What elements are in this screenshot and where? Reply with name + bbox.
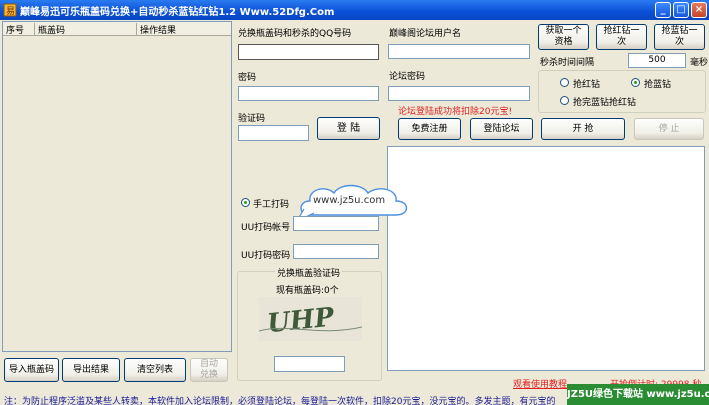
bottom-notice: 注：为防止程序泛滥及某些人转卖，本软件加入论坛限制，必须登陆论坛，每登陆一次软件… bbox=[4, 397, 556, 405]
get-quota-button[interactable]: 获取一个资格 bbox=[538, 24, 589, 50]
captcha-input[interactable] bbox=[238, 125, 309, 141]
start-button[interactable]: 开 抢 bbox=[541, 118, 625, 140]
radio-blue[interactable] bbox=[631, 78, 640, 87]
auto-redeem-button[interactable]: 自动 兑换 bbox=[190, 358, 228, 382]
export-results-button[interactable]: 导出结果 bbox=[62, 358, 120, 382]
radio-both[interactable] bbox=[560, 96, 569, 105]
forum-login-button[interactable]: 登陆论坛 bbox=[470, 118, 533, 140]
forum-user-input[interactable] bbox=[388, 44, 530, 59]
minimize-button[interactable]: _ bbox=[655, 2, 671, 18]
jz5u-banner: JZ5U绿色下载站 www.jz5u.com bbox=[567, 384, 709, 405]
password-input[interactable] bbox=[238, 86, 379, 101]
captcha-image: UHP bbox=[259, 297, 362, 341]
radio-both-label[interactable]: 抢完蓝钻抢红钻 bbox=[573, 95, 636, 108]
clear-list-button[interactable]: 清空列表 bbox=[124, 358, 186, 382]
forum-notice: 论坛登陆成功将扣除20元宝! bbox=[398, 107, 513, 117]
redeem-captcha-input[interactable] bbox=[274, 356, 345, 372]
uu-account-label: UU打码帐号 bbox=[241, 223, 291, 233]
radio-blue-label[interactable]: 抢蓝钻 bbox=[644, 77, 671, 90]
qq-input[interactable] bbox=[238, 44, 379, 60]
uu-account-input[interactable] bbox=[293, 216, 379, 231]
close-button[interactable]: × bbox=[691, 2, 707, 18]
interval-label: 秒杀时间间隔 bbox=[540, 58, 595, 68]
radio-red[interactable] bbox=[560, 78, 569, 87]
radio-manual[interactable] bbox=[241, 198, 250, 207]
redeem-captcha-title: 兑换瓶盖验证码 bbox=[275, 266, 343, 279]
forum-user-label: 巅峰阁论坛用户名 bbox=[389, 29, 462, 39]
qq-label: 兑换瓶盖码和秒杀的QQ号码 bbox=[238, 29, 352, 39]
captcha-label: 验证码 bbox=[238, 114, 266, 124]
forum-pass-label: 论坛密码 bbox=[389, 72, 426, 82]
radio-red-label[interactable]: 抢红钻 bbox=[573, 77, 600, 90]
title-bar: 易 巅峰易迅可乐瓶盖码兑换+自动秒杀蓝钻红钻1.2 Www.52Dfg.Com … bbox=[0, 0, 709, 20]
interval-input[interactable]: 500 bbox=[628, 53, 686, 68]
import-codes-button[interactable]: 导入瓶盖码 bbox=[4, 358, 59, 382]
register-button[interactable]: 免费注册 bbox=[398, 118, 461, 140]
svg-text:易: 易 bbox=[6, 6, 15, 17]
code-count: 现有瓶盖码:0个 bbox=[276, 286, 339, 296]
manual-label[interactable]: 手工打码 bbox=[253, 197, 289, 210]
column-header-index[interactable]: 序号 bbox=[3, 23, 35, 36]
interval-unit: 毫秒 bbox=[690, 58, 709, 68]
grab-blue-once-button[interactable]: 抢蓝钻一次 bbox=[654, 24, 705, 50]
log-output[interactable] bbox=[387, 146, 705, 371]
list-header: 序号 瓶盖码 操作结果 bbox=[3, 22, 231, 36]
password-label: 密码 bbox=[238, 73, 257, 83]
code-list[interactable]: 序号 瓶盖码 操作结果 bbox=[2, 21, 232, 352]
uu-password-input[interactable] bbox=[293, 244, 379, 259]
window-title: 巅峰易迅可乐瓶盖码兑换+自动秒杀蓝钻红钻1.2 Www.52Dfg.Com bbox=[20, 7, 335, 18]
stop-button[interactable]: 停 止 bbox=[634, 118, 704, 140]
uu-password-label: UU打码密码 bbox=[241, 251, 291, 261]
login-button[interactable]: 登 陆 bbox=[317, 117, 380, 140]
app-icon: 易 bbox=[3, 3, 17, 17]
grab-red-once-button[interactable]: 抢红钻一次 bbox=[596, 24, 647, 50]
column-header-code[interactable]: 瓶盖码 bbox=[35, 23, 137, 36]
column-header-result[interactable]: 操作结果 bbox=[137, 23, 231, 36]
watermark-text: www.jz5u.com bbox=[313, 195, 386, 206]
forum-pass-input[interactable] bbox=[388, 86, 530, 101]
tutorial-link[interactable]: 观看使用教程 bbox=[513, 377, 567, 390]
maximize-button[interactable]: □ bbox=[673, 2, 689, 18]
